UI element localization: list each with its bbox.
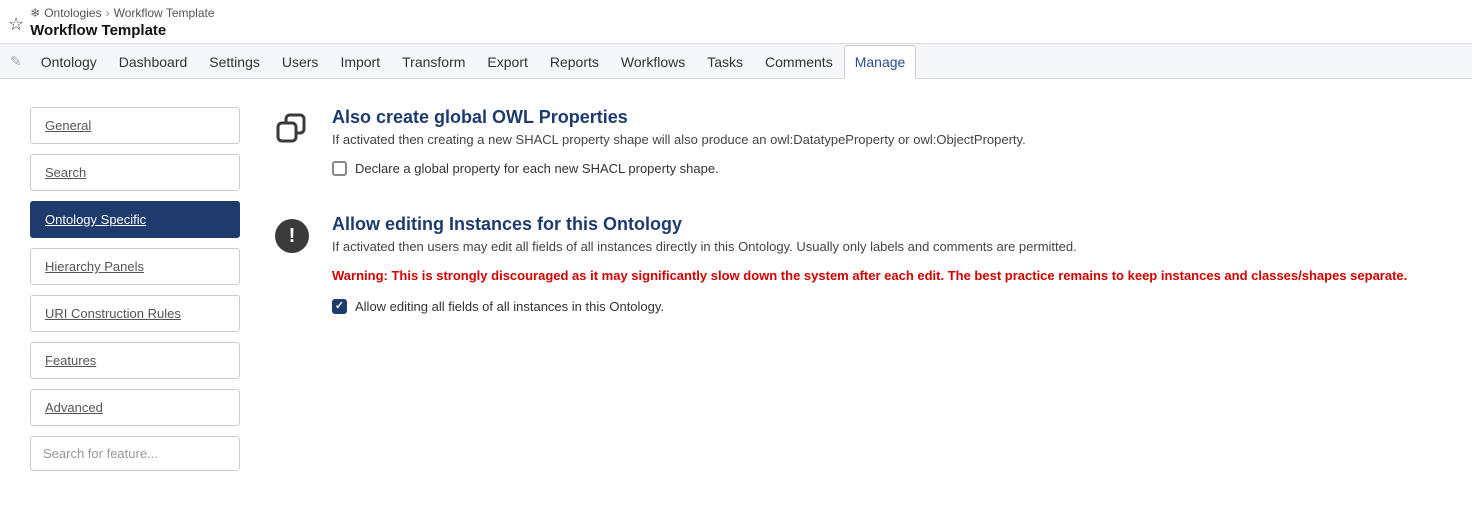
graph-icon: ❄ (30, 6, 40, 20)
breadcrumb: ❄ Ontologies › Workflow Template (30, 6, 214, 20)
tab-workflows[interactable]: Workflows (610, 45, 696, 79)
tab-settings[interactable]: Settings (198, 45, 271, 79)
page-title: Workflow Template (30, 22, 214, 39)
section-description: If activated then creating a new SHACL p… (332, 132, 1442, 147)
header: ☆ ❄ Ontologies › Workflow Template Workf… (0, 0, 1472, 44)
tab-manage[interactable]: Manage (844, 45, 917, 79)
warning-icon: ! (270, 214, 314, 258)
tab-tasks[interactable]: Tasks (696, 45, 754, 79)
tab-transform[interactable]: Transform (391, 45, 476, 79)
tab-users[interactable]: Users (271, 45, 330, 79)
section-allow-instances: ! Allow editing Instances for this Ontol… (270, 214, 1442, 314)
section-warning: Warning: This is strongly discouraged as… (332, 268, 1442, 283)
breadcrumb-root[interactable]: Ontologies (44, 6, 101, 20)
section-description: If activated then users may edit all fie… (332, 239, 1442, 254)
sidebar-item-search[interactable]: Search (30, 154, 240, 191)
settings-sidebar: General Search Ontology Specific Hierarchy … (30, 107, 240, 471)
tab-comments[interactable]: Comments (754, 45, 844, 79)
owl-declare-checkbox[interactable] (332, 161, 347, 176)
tab-bar: ✎ OntologyDashboardSettingsUsersImportTr… (0, 44, 1472, 79)
favorite-star-icon[interactable]: ☆ (8, 14, 24, 35)
feature-search-input[interactable] (30, 436, 240, 471)
breadcrumb-separator: › (106, 6, 110, 20)
tab-ontology[interactable]: Ontology (30, 45, 108, 79)
settings-content: Also create global OWL Properties If act… (270, 107, 1442, 352)
section-title: Allow editing Instances for this Ontolog… (332, 214, 1442, 235)
checkbox-label: Allow editing all fields of all instance… (355, 299, 664, 314)
tab-import[interactable]: Import (329, 45, 391, 79)
sidebar-item-ontology-specific[interactable]: Ontology Specific (30, 201, 240, 238)
sidebar-item-general[interactable]: General (30, 107, 240, 144)
checkbox-label: Declare a global property for each new S… (355, 161, 719, 176)
section-owl-properties: Also create global OWL Properties If act… (270, 107, 1442, 176)
sidebar-item-uri-construction-rules[interactable]: URI Construction Rules (30, 295, 240, 332)
tab-reports[interactable]: Reports (539, 45, 610, 79)
tab-dashboard[interactable]: Dashboard (108, 45, 199, 79)
edit-icon[interactable]: ✎ (8, 47, 30, 76)
section-title: Also create global OWL Properties (332, 107, 1442, 128)
breadcrumb-current[interactable]: Workflow Template (114, 6, 215, 20)
sidebar-item-advanced[interactable]: Advanced (30, 389, 240, 426)
sidebar-item-features[interactable]: Features (30, 342, 240, 379)
copy-icon (270, 107, 314, 151)
sidebar-item-hierarchy-panels[interactable]: Hierarchy Panels (30, 248, 240, 285)
allow-editing-checkbox[interactable] (332, 299, 347, 314)
tab-export[interactable]: Export (476, 45, 538, 79)
